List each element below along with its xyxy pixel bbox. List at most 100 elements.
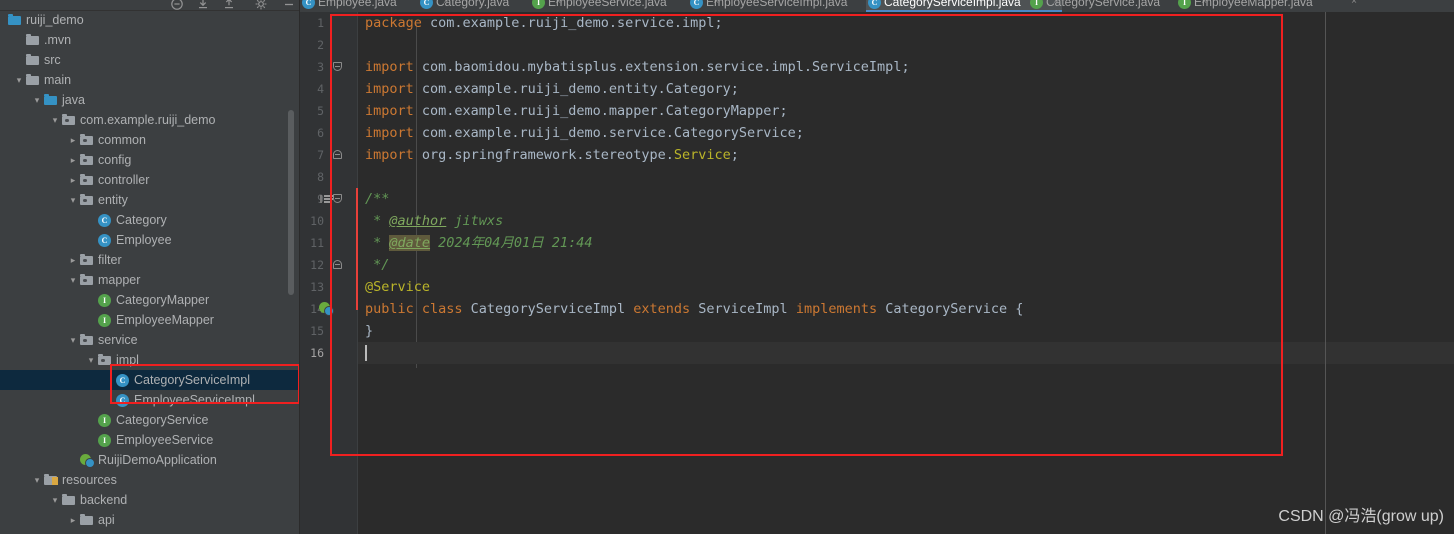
tree-row-label: com.example.ruiji_demo (80, 113, 216, 127)
chevron-right-icon[interactable]: ▸ (67, 130, 79, 150)
tree-row[interactable]: C CategoryServiceImpl (0, 370, 300, 390)
tree-row[interactable]: ▾ resources (0, 470, 300, 490)
code-line[interactable]: public class CategoryServiceImpl extends… (358, 298, 1023, 320)
tree-row[interactable]: RuijiDemoApplication (0, 450, 300, 470)
tree-row[interactable]: ▾ service (0, 330, 300, 350)
code-line[interactable]: @Service (358, 276, 430, 298)
tree-row-label: api (98, 513, 115, 527)
chevron-down-icon[interactable]: ▾ (67, 190, 79, 210)
line-number: 16 (310, 346, 324, 360)
editor-tab-label: Employee.java (318, 0, 397, 9)
chevron-down-icon[interactable]: ▾ (49, 490, 61, 510)
spring-boot-icon (80, 454, 95, 468)
code-line[interactable]: } (358, 320, 373, 342)
editor-tab-label: EmployeeMapper.java (1194, 0, 1313, 9)
tree-row[interactable]: ▾ com.example.ruiji_demo (0, 110, 300, 130)
tree-row-label: CategoryServiceImpl (134, 373, 251, 387)
code-line[interactable]: * @author jitwxs (358, 210, 503, 232)
code-fold-toggle[interactable] (333, 144, 344, 166)
line-number: 8 (317, 170, 324, 184)
chevron-down-icon[interactable]: ▾ (49, 110, 61, 130)
editor-tab-bar[interactable]: C Employee.java × C Category.java × I EmployeeS… (300, 0, 1454, 12)
editor-area: C Employee.java × C Category.java × I EmployeeS… (300, 0, 1454, 534)
chevron-right-icon[interactable]: ▸ (67, 530, 79, 534)
class-icon: C (116, 374, 129, 387)
code-line[interactable] (358, 34, 365, 56)
chevron-down-icon[interactable]: ▾ (31, 90, 43, 110)
tree-row[interactable]: C Category (0, 210, 300, 230)
chevron-down-icon[interactable]: ▾ (31, 470, 43, 490)
code-line[interactable]: package com.example.ruiji_demo.service.i… (358, 12, 723, 34)
sidebar-scrollbar[interactable] (288, 110, 294, 295)
code-text: com.example.ruiji_demo.service.impl; (421, 15, 723, 31)
class-icon: C (116, 394, 129, 407)
editor-gutter[interactable]: 12345678910111213141516 (300, 12, 358, 534)
chevron-right-icon[interactable]: ▸ (67, 250, 79, 270)
code-fold-toggle[interactable] (333, 56, 344, 78)
tree-row[interactable]: ruiji_demo (0, 10, 300, 30)
tree-row[interactable]: ▾ main (0, 70, 300, 90)
tree-row[interactable]: ▾ impl (0, 350, 300, 370)
project-tree[interactable]: ruiji_demo .mvn src ▾ main ▾ java ▾ com.example.… (0, 10, 300, 534)
editor-tab[interactable]: I EmployeeMapper.java × (1176, 0, 1360, 12)
code-line[interactable]: import com.example.ruiji_demo.service.Ca… (358, 122, 804, 144)
code-line[interactable]: import com.example.ruiji_demo.mapper.Cat… (358, 100, 788, 122)
code-content[interactable]: package com.example.ruiji_demo.service.i… (358, 12, 1454, 534)
watermark-text: CSDN @冯浩(grow up) (1278, 508, 1444, 525)
spring-boot-icon (319, 302, 334, 316)
folder-icon (80, 514, 93, 525)
tree-row[interactable]: ▸ filter (0, 250, 300, 270)
line-number: 7 (317, 148, 324, 162)
tree-row-label: backend (80, 493, 128, 507)
chevron-down-icon[interactable]: ▾ (67, 270, 79, 290)
code-line[interactable]: import com.baomidou.mybatisplus.extensio… (358, 56, 910, 78)
chevron-down-icon[interactable]: ▾ (85, 350, 97, 370)
chevron-right-icon[interactable]: ▸ (67, 150, 79, 170)
module-icon (8, 14, 21, 25)
tree-row-label: EmployeeServiceImpl (134, 393, 255, 407)
chevron-down-icon[interactable]: ▾ (67, 330, 79, 350)
tree-row[interactable]: ▸ config (0, 150, 300, 170)
tree-row-label: controller (98, 173, 150, 187)
code-line[interactable] (358, 342, 1454, 364)
package-icon (80, 334, 93, 345)
folder-icon (26, 34, 39, 45)
line-number: 3 (317, 60, 324, 74)
tree-row[interactable]: ▸ js (0, 530, 300, 534)
line-number: 1 (317, 16, 324, 30)
tree-row-label: service (98, 333, 138, 347)
chevron-right-icon[interactable]: ▸ (67, 510, 79, 530)
interface-icon: I (98, 314, 111, 327)
tree-row[interactable]: C EmployeeServiceImpl (0, 390, 300, 410)
code-line[interactable]: */ (358, 254, 389, 276)
code-line[interactable]: /** (358, 188, 389, 210)
tree-row[interactable]: ▸ api (0, 510, 300, 530)
tree-row[interactable]: ▾ mapper (0, 270, 300, 290)
tree-row[interactable]: I CategoryService (0, 410, 300, 430)
tree-row[interactable]: C Employee (0, 230, 300, 250)
tree-row[interactable]: ▸ controller (0, 170, 300, 190)
code-line[interactable]: import org.springframework.stereotype.Se… (358, 144, 739, 166)
code-keyword: package (365, 15, 422, 31)
chevron-right-icon[interactable]: ▸ (67, 170, 79, 190)
code-fold-toggle[interactable] (333, 254, 344, 276)
interface-icon: I (532, 0, 545, 9)
tree-row[interactable]: src (0, 50, 300, 70)
close-icon[interactable]: × (1351, 0, 1357, 12)
tree-row[interactable]: ▾ java (0, 90, 300, 110)
chevron-down-icon[interactable]: ▾ (13, 70, 25, 90)
tree-row[interactable]: ▾ entity (0, 190, 300, 210)
tree-row[interactable]: ▾ backend (0, 490, 300, 510)
line-number: 4 (317, 82, 324, 96)
tree-row[interactable]: I EmployeeMapper (0, 310, 300, 330)
editor-tab-label: CategoryService.java (1046, 0, 1161, 9)
spring-bean-gutter-icon[interactable] (319, 302, 334, 316)
tree-row[interactable]: ▸ common (0, 130, 300, 150)
code-line[interactable]: * @date 2024年04月01日 21:44 (358, 232, 592, 254)
tree-row[interactable]: I EmployeeService (0, 430, 300, 450)
tree-row[interactable]: I CategoryMapper (0, 290, 300, 310)
code-line[interactable] (358, 166, 365, 188)
tree-row[interactable]: .mvn (0, 30, 300, 50)
folder-icon (26, 54, 39, 65)
code-line[interactable]: import com.example.ruiji_demo.entity.Cat… (358, 78, 739, 100)
